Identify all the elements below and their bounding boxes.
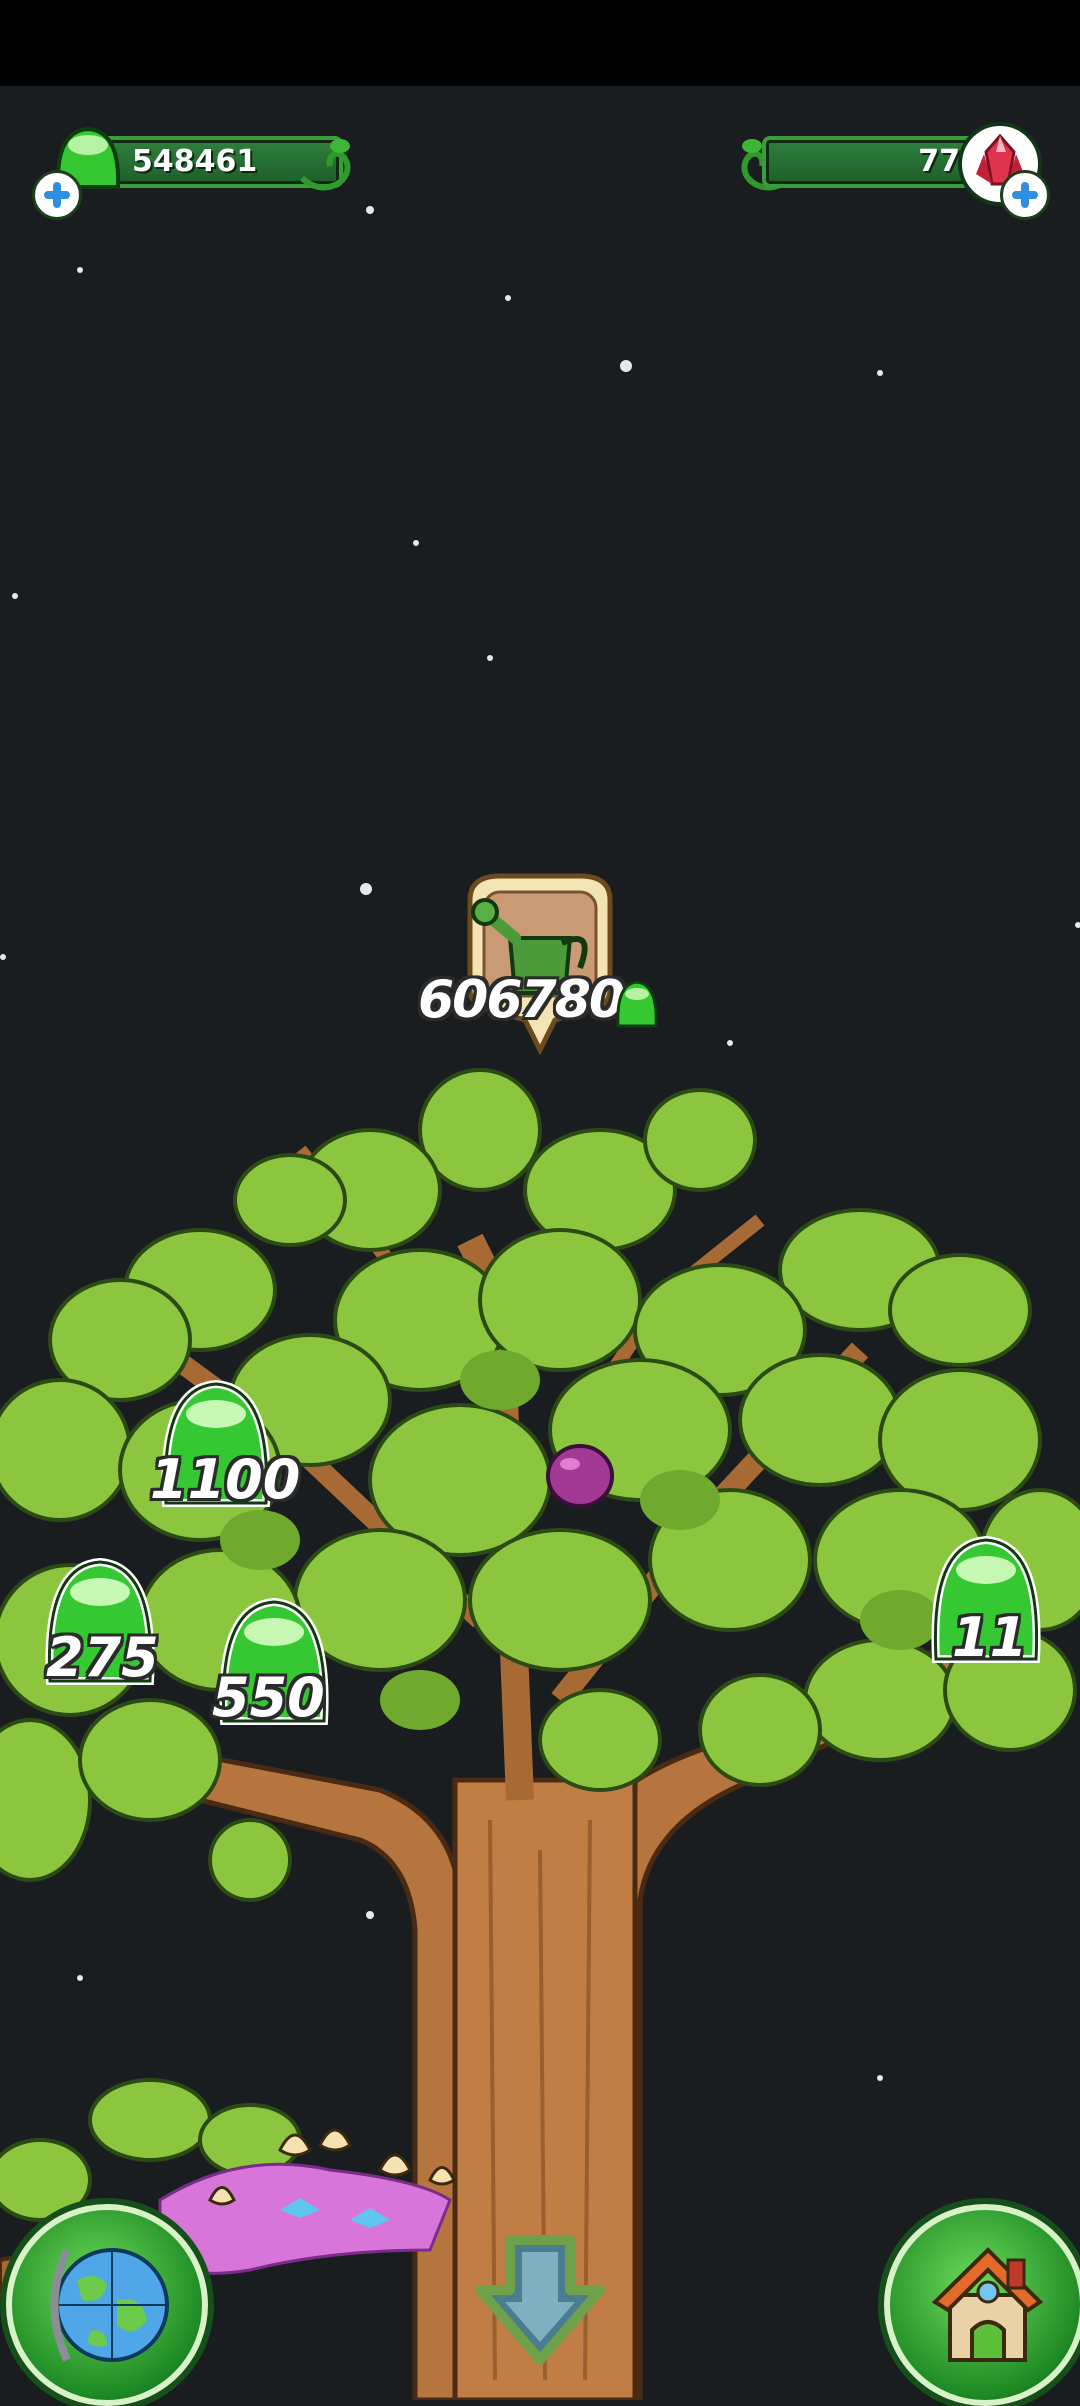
reward-slime-275[interactable]: 275 xyxy=(40,1556,170,1696)
scroll-down-button[interactable] xyxy=(470,2230,610,2370)
upgrade-sign[interactable]: 606780 xyxy=(418,870,678,1055)
reward-amount: 1100 xyxy=(150,1448,301,1511)
reward-slime-11[interactable]: 11 xyxy=(922,1534,1052,1674)
world-map-button[interactable] xyxy=(6,2204,208,2406)
add-slime-button[interactable] xyxy=(32,170,82,220)
globe-icon xyxy=(50,2248,169,2362)
reward-amount: 550 xyxy=(212,1666,325,1729)
green-slime-icon xyxy=(616,980,658,1028)
gem-currency-bar: 77 xyxy=(762,136,988,188)
gem-amount: 77 xyxy=(918,144,960,179)
vine-icon xyxy=(299,139,351,191)
status-bar xyxy=(0,0,1080,86)
reward-slime-550[interactable]: 550 xyxy=(210,1596,340,1736)
slime-amount: 548461 xyxy=(132,144,258,179)
reward-amount: 275 xyxy=(46,1626,159,1689)
add-gems-button[interactable] xyxy=(1000,170,1050,220)
tree-illustration xyxy=(0,1068,1080,2400)
gem-currency[interactable]: 77 xyxy=(730,118,1050,220)
slime-currency[interactable]: 548461 xyxy=(30,118,360,220)
home-button[interactable] xyxy=(884,2204,1080,2406)
upgrade-cost: 606780 xyxy=(418,970,625,1030)
reward-amount: 11 xyxy=(952,1606,1028,1669)
reward-slime-1100[interactable]: 1100 xyxy=(150,1378,300,1518)
house-icon xyxy=(931,2247,1044,2362)
down-arrow-icon xyxy=(475,2235,605,2365)
